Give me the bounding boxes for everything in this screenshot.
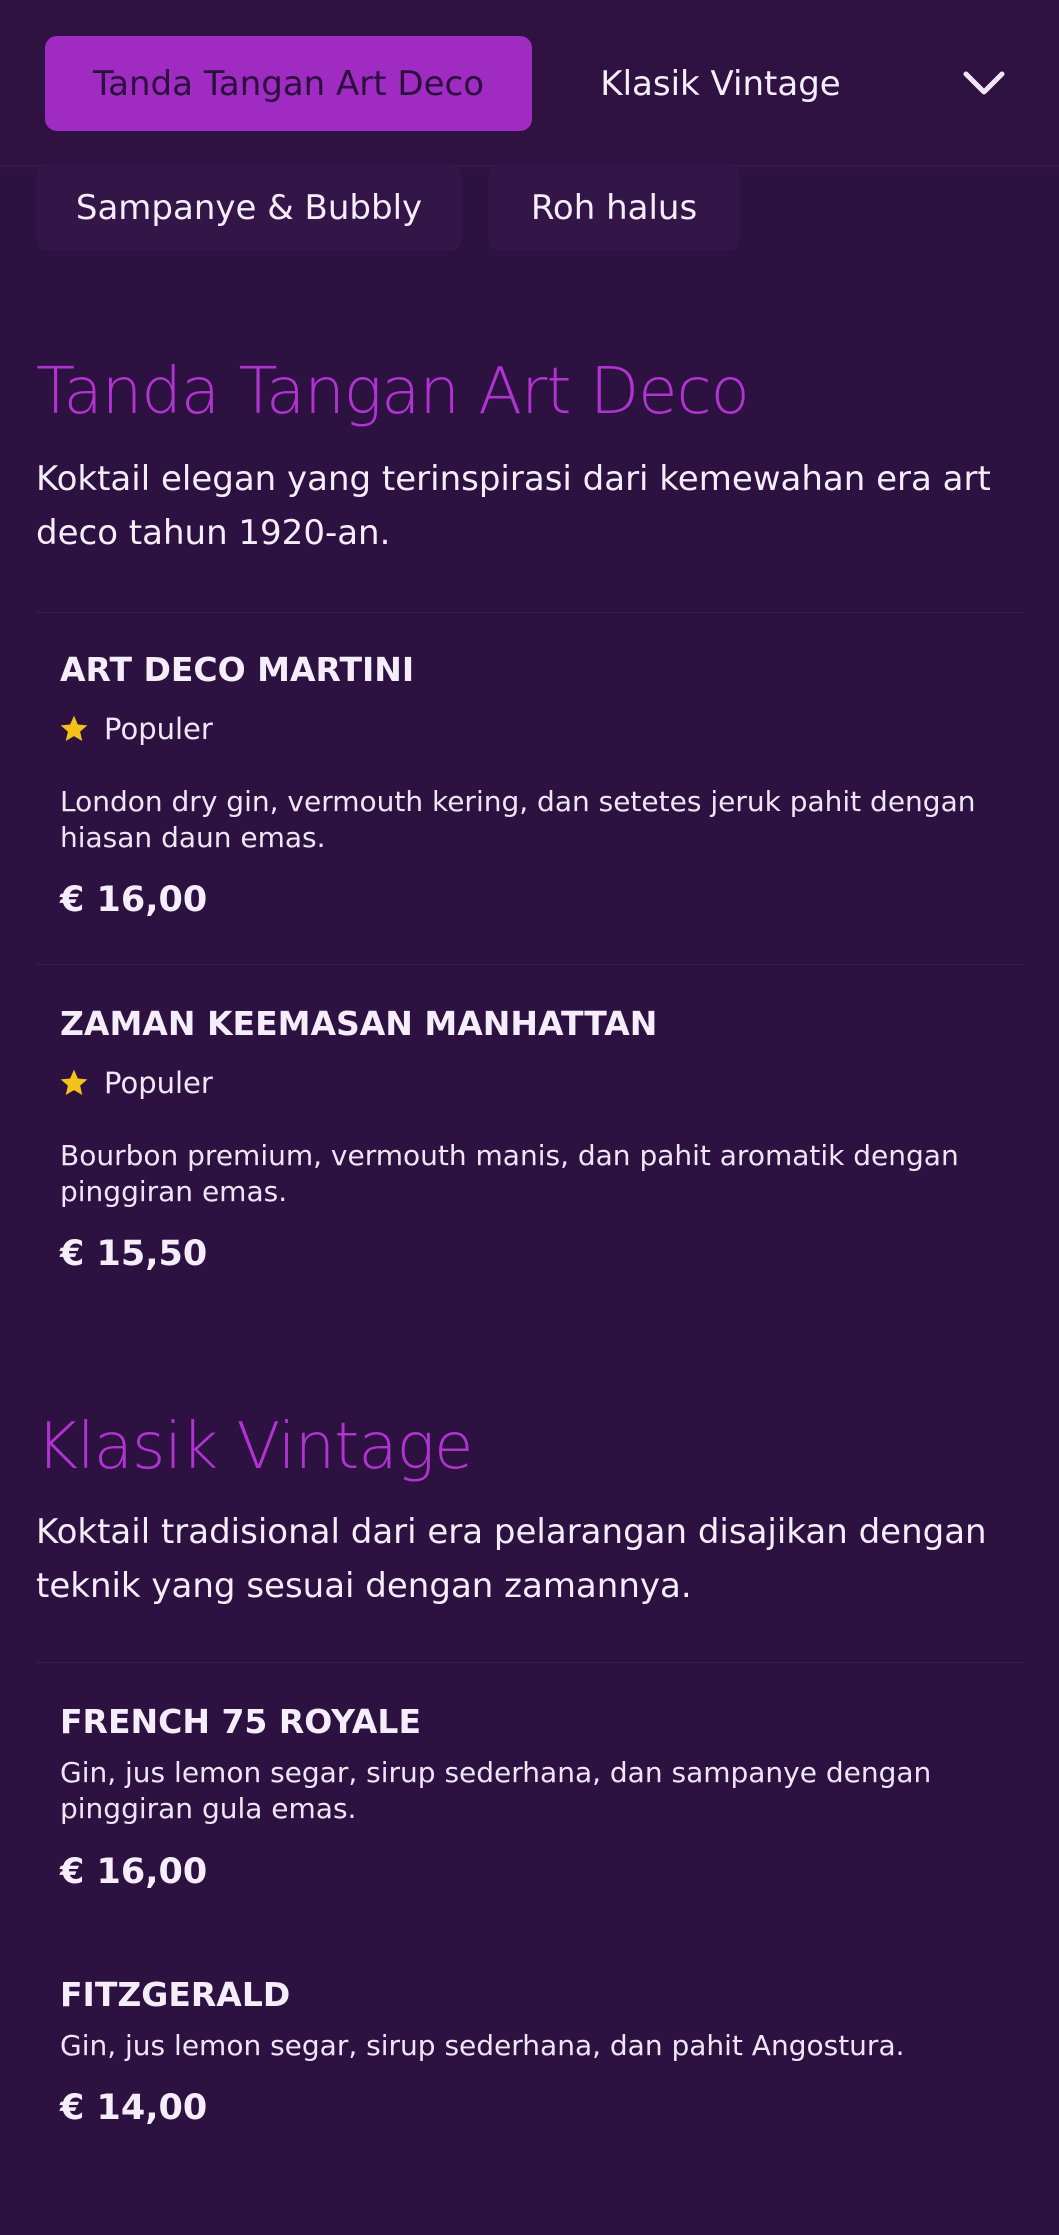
- section-description: Koktail elegan yang terinspirasi dari ke…: [36, 459, 991, 553]
- badge-label: Populer: [104, 1066, 213, 1100]
- star-icon: [60, 1069, 88, 1095]
- star-icon: [60, 715, 88, 741]
- item-price: € 16,00: [60, 1852, 208, 1892]
- chevron-down-icon[interactable]: [960, 62, 1008, 102]
- item-price: € 14,00: [60, 2088, 208, 2128]
- divider: [36, 1662, 1023, 1663]
- divider: [36, 612, 1023, 613]
- item-price: € 15,50: [60, 1234, 208, 1274]
- section-description: Koktail tradisional dari era pelarangan …: [36, 1512, 987, 1606]
- tab-roh-halus[interactable]: Roh halus: [488, 165, 740, 251]
- item-description: Gin, jus lemon segar, sirup sederhana, d…: [60, 1756, 932, 1825]
- section-title: Tanda Tangan Art Deco: [36, 355, 750, 429]
- badge-label: Populer: [104, 712, 213, 746]
- divider: [36, 964, 1023, 965]
- item-description: London dry gin, vermouth kering, dan set…: [60, 785, 976, 854]
- tab-sampanye-bubbly[interactable]: Sampanye & Bubbly: [36, 165, 462, 251]
- item-name: ART DECO MARTINI: [60, 650, 415, 689]
- category-nav: Tanda Tangan Art Deco Klasik Vintage Sam…: [0, 0, 1059, 251]
- tab-klasik-vintage[interactable]: Klasik Vintage: [568, 36, 873, 131]
- item-name: FRENCH 75 ROYALE: [60, 1702, 421, 1741]
- section-title: Klasik Vintage: [36, 1410, 473, 1484]
- item-name: FITZGERALD: [60, 1975, 291, 2014]
- popular-badge: Populer: [58, 1066, 213, 1100]
- popular-badge: Populer: [58, 712, 213, 746]
- item-description: Bourbon premium, vermouth manis, dan pah…: [60, 1139, 959, 1208]
- tab-art-deco[interactable]: Tanda Tangan Art Deco: [45, 36, 532, 131]
- item-description: Gin, jus lemon segar, sirup sederhana, d…: [60, 2029, 905, 2062]
- item-name: ZAMAN KEEMASAN MANHATTAN: [60, 1004, 658, 1043]
- item-price: € 16,00: [60, 880, 208, 920]
